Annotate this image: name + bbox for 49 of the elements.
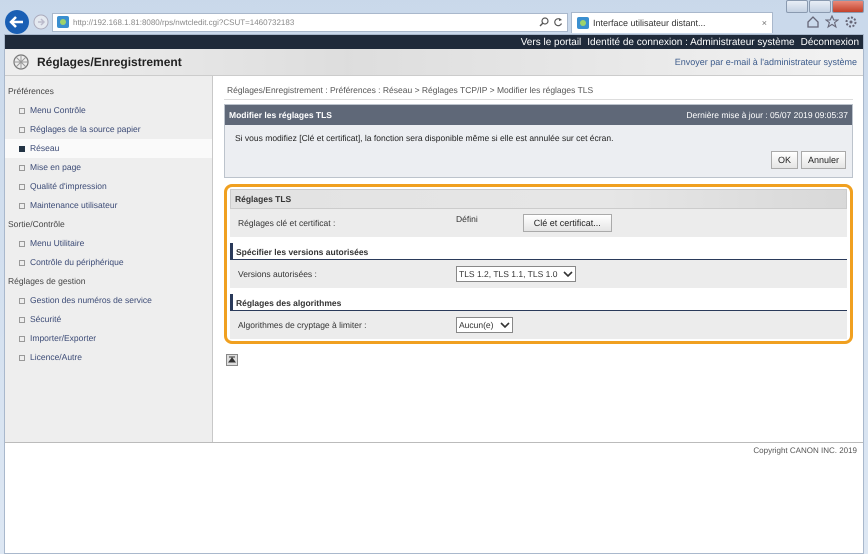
sidebar-item[interactable]: Maintenance utilisateur xyxy=(5,196,212,215)
sidebar-item[interactable]: Sécurité xyxy=(5,310,212,329)
top-link[interactable]: Vers le portail xyxy=(520,36,582,48)
field-value: Défini xyxy=(456,214,478,224)
field-label: Algorithmes de cryptage à limiter : xyxy=(237,320,368,330)
sidebar-item[interactable]: Qualité d'impression xyxy=(5,177,212,196)
caret-icon xyxy=(500,321,510,329)
dropdown[interactable]: TLS 1.2, TLS 1.1, TLS 1.0 xyxy=(456,266,576,282)
refresh-icon[interactable] xyxy=(553,17,563,27)
notice-text: Si vous modifiez [Clé et certificat], la fonction sera disponible même si elle est annulée sur cet écran. xyxy=(234,132,614,145)
minimize-icon[interactable] xyxy=(786,0,808,13)
email-admin-link[interactable]: Envoyer par e-mail à l'administrateur système xyxy=(674,57,857,67)
field-label: Réglages clé et certificat : xyxy=(237,218,336,228)
dropdown[interactable]: Aucun(e) xyxy=(456,317,512,333)
action-button[interactable]: Annuler xyxy=(800,151,846,169)
sidebar-item[interactable]: Réglages de la source papier xyxy=(5,120,212,139)
sidebar-item[interactable]: Gestion des numéros de service xyxy=(5,291,212,310)
action-button[interactable]: OK xyxy=(770,151,798,169)
sidebar-item[interactable]: Réseau xyxy=(5,139,212,158)
sidebar-item[interactable]: Licence/Autre xyxy=(5,348,212,367)
top-link[interactable]: Déconnexion xyxy=(800,36,859,48)
sidebar-item[interactable]: Menu Contrôle xyxy=(5,101,212,120)
home-icon[interactable] xyxy=(806,15,820,29)
sidebar-item[interactable]: Menu Utilitaire xyxy=(5,234,212,253)
top-link[interactable]: Identité de connexion : Administrateur système xyxy=(587,36,795,48)
sidebar-item[interactable]: Importer/Exporter xyxy=(5,329,212,348)
page-title: Réglages/Enregistrement xyxy=(37,55,182,69)
search-icon[interactable] xyxy=(539,17,549,27)
breadcrumb: Réglages/Enregistrement : Préférences : Réseau > Réglages TCP/IP > Modifier les réglages TLS xyxy=(224,80,853,100)
caret-icon xyxy=(563,270,574,278)
sidebar-heading: Sortie/Contrôle xyxy=(7,218,66,231)
back-icon[interactable] xyxy=(4,9,30,35)
sidebar-item[interactable]: Contrôle du périphérique xyxy=(5,253,212,272)
sidebar-heading: Préférences xyxy=(7,85,55,98)
last-updated-text: Dernière mise à jour : 05/07 2019 09:05:37 xyxy=(686,110,848,120)
close-icon[interactable] xyxy=(832,0,864,13)
page-top-icon[interactable] xyxy=(226,354,238,366)
browser-tab[interactable]: Interface utilisateur distant... × xyxy=(571,12,773,32)
sidebar-heading: Réglages de gestion xyxy=(7,275,87,288)
sidebar-item[interactable]: Mise en page xyxy=(5,158,212,177)
key-certificate-button[interactable]: Clé et certificat... xyxy=(522,214,612,232)
panel-title: Modifier les réglages TLS xyxy=(229,110,332,120)
address-bar[interactable]: http://192.168.1.81:8080/rps/nwtcledit.cgi?CSUT=1460732183 xyxy=(52,12,568,32)
maximize-icon[interactable] xyxy=(809,0,831,13)
star-icon[interactable] xyxy=(825,15,839,29)
settings-icon[interactable] xyxy=(844,15,858,29)
copyright-text: Copyright CANON INC. 2019 xyxy=(753,446,857,455)
field-label: Versions autorisées : xyxy=(237,269,318,279)
section-title: Réglages TLS xyxy=(230,189,847,209)
